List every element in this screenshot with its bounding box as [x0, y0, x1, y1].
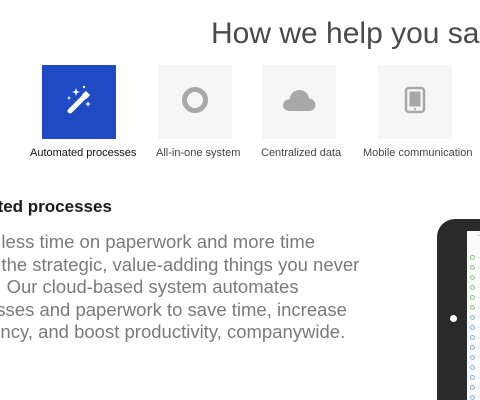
screen-row-marker	[470, 275, 475, 280]
feature-tile-all-in-one-system[interactable]	[158, 65, 232, 139]
screen-row-marker	[470, 255, 475, 260]
tablet-icon	[404, 86, 426, 119]
feature-label-centralized-data[interactable]: Centralized data	[261, 146, 341, 160]
circle-ring-icon	[180, 85, 210, 120]
screen-row-marker	[470, 375, 475, 380]
tablet-device-image	[437, 219, 480, 400]
page-heading: How we help you save	[211, 17, 480, 50]
section-body-line: d less time on paperwork and more time	[0, 231, 316, 252]
screen-row-marker	[470, 265, 475, 270]
tablet-home-button	[450, 315, 457, 322]
screen-row-marker	[470, 385, 475, 390]
tablet-screen	[467, 231, 480, 400]
magic-wand-icon	[62, 83, 96, 122]
screen-row-marker	[470, 285, 475, 290]
page: How we help you save Automated processes…	[0, 0, 480, 400]
section-body-line: g the strategic, value-adding things you…	[0, 253, 360, 275]
screen-row-marker	[470, 305, 475, 310]
screen-row-marker	[470, 345, 475, 350]
screen-row-marker	[470, 355, 475, 360]
section-body: d less time on paperwork and more time g…	[0, 231, 360, 344]
feature-label-automated-processes[interactable]: Automated processes	[30, 146, 136, 160]
cloud-icon	[281, 87, 317, 118]
section-body-line: p. Our cloud-based system automates	[0, 276, 299, 297]
screen-row-marker	[470, 365, 475, 370]
screen-row-marker	[470, 295, 475, 300]
screen-row-marker	[470, 395, 475, 400]
feature-label-all-in-one-system[interactable]: All-in-one system	[156, 146, 240, 160]
section-body-line: iency, and boost productivity, companywi…	[0, 321, 346, 342]
screen-row-marker	[470, 325, 475, 330]
feature-label-mobile-communication[interactable]: Mobile communication	[363, 146, 472, 160]
screen-row-marker	[470, 335, 475, 340]
feature-tile-centralized-data[interactable]	[262, 65, 336, 139]
section-body-line: esses and paperwork to save time, increa…	[0, 298, 347, 320]
screen-row-marker	[470, 315, 475, 320]
feature-tile-automated-processes[interactable]	[42, 65, 116, 139]
feature-tile-mobile-communication[interactable]	[378, 65, 452, 139]
section-title: mated processes	[0, 197, 112, 216]
